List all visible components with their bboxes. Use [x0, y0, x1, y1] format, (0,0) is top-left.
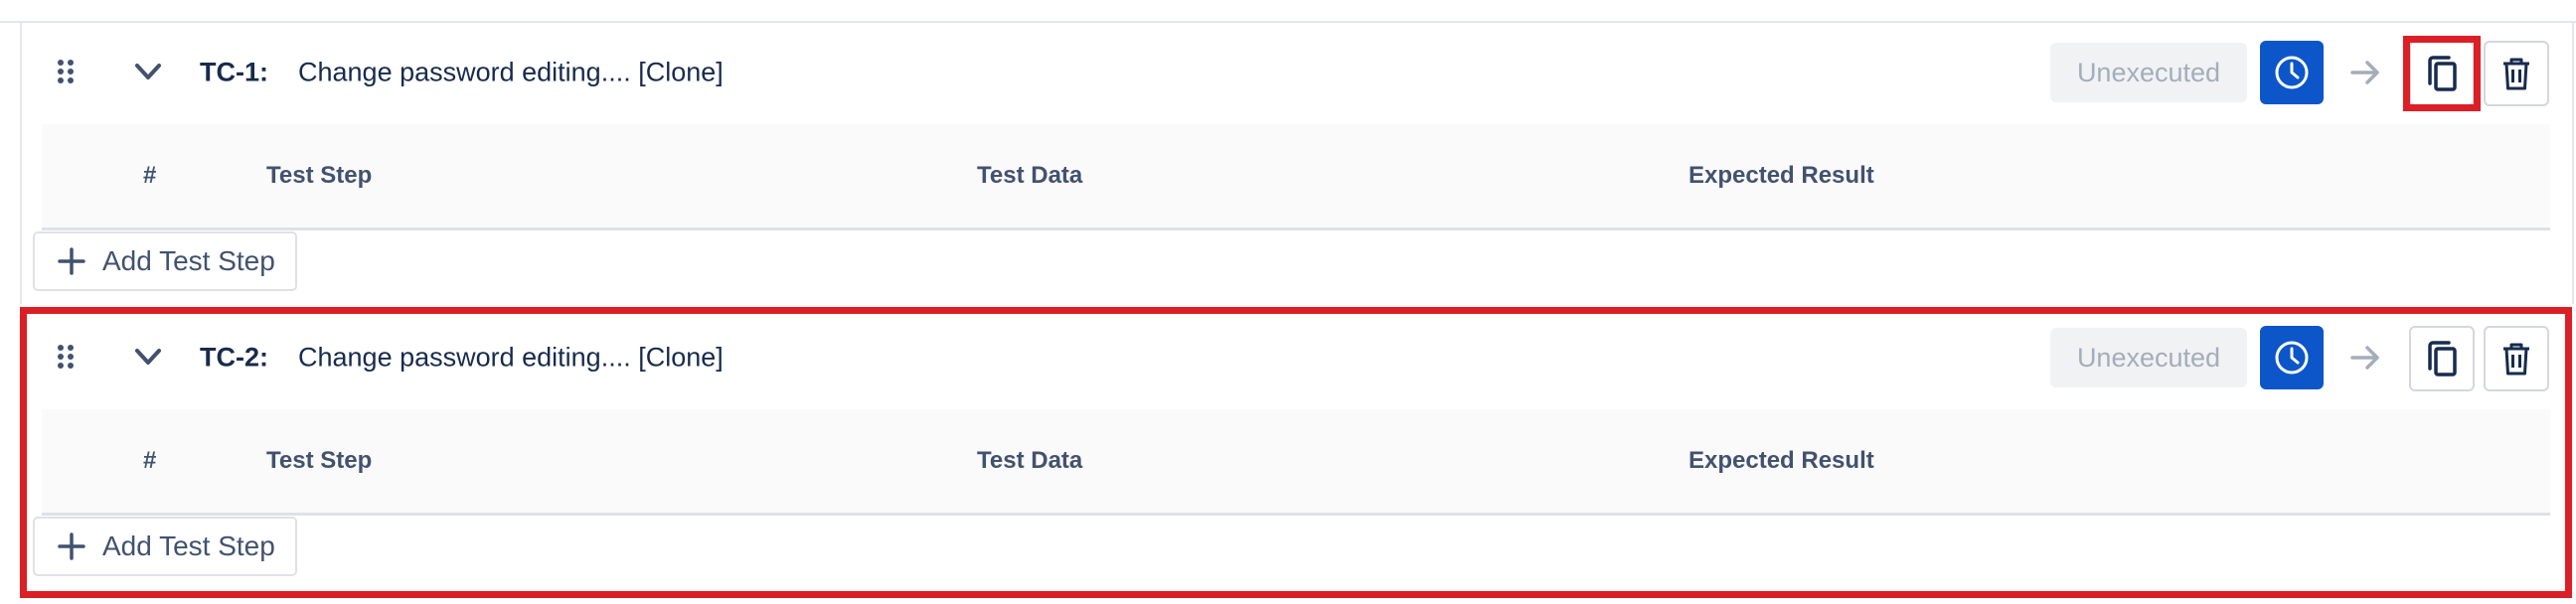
move-button[interactable] [2334, 41, 2397, 104]
status-button[interactable]: Unexecuted [2050, 43, 2247, 102]
delete-button[interactable] [2484, 41, 2549, 106]
column-header-number: # [143, 162, 157, 189]
test-case-key: TC-1: [200, 57, 268, 87]
cloned-test-case-highlight [20, 307, 2572, 598]
test-case-title[interactable]: Change password editing.... [Clone] [298, 58, 724, 88]
column-header-expected-result: Expected Result [1689, 162, 1874, 189]
execution-history-button[interactable] [2260, 41, 2324, 104]
add-test-step-button[interactable]: Add Test Step [33, 231, 297, 291]
test-case-header: TC-1: Change password editing.... [Clone… [20, 21, 2572, 124]
clock-icon [2275, 56, 2309, 89]
drag-handle-icon[interactable] [55, 58, 77, 85]
arrow-right-icon [2350, 61, 2379, 84]
add-test-step-label: Add Test Step [102, 245, 275, 276]
column-header-test-step: Test Step [266, 162, 373, 189]
chevron-down-icon[interactable] [131, 55, 165, 88]
trash-icon [2503, 58, 2529, 90]
test-case-card: TC-1: Change password editing.... [Clone… [20, 21, 2572, 307]
container-right-border [2572, 21, 2574, 304]
plus-icon [58, 247, 85, 275]
column-header-test-data: Test Data [977, 162, 1083, 189]
clone-button-highlight [2403, 36, 2481, 111]
test-steps-table-header: # Test Step Test Data Expected Result [42, 124, 2550, 230]
